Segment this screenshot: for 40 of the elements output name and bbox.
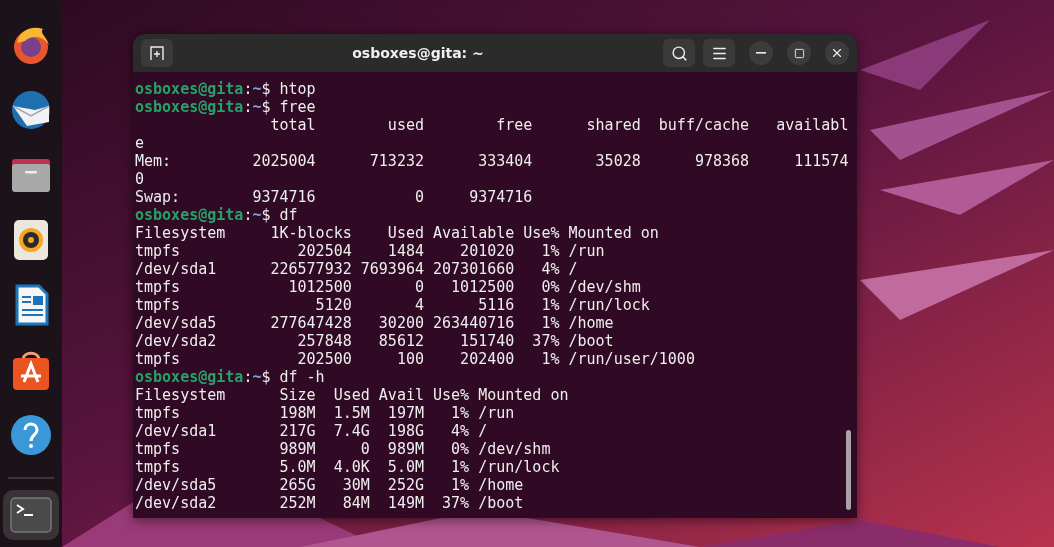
search-icon — [670, 44, 688, 62]
minimize-icon — [756, 52, 766, 54]
terminal-line: tmpfs 989M 0 989M 0% /dev/shm — [135, 440, 551, 458]
terminal-line: /dev/sda1 226577932 7693964 207301660 4% / — [135, 260, 578, 278]
terminal-icon — [9, 496, 53, 534]
terminal-line: e — [135, 134, 145, 152]
terminal-line: Filesystem 1K-blocks Used Available Use% Mounted on — [135, 224, 659, 242]
close-button[interactable] — [825, 41, 849, 65]
terminal-line: tmpfs 1012500 0 1012500 0% /dev/shm — [135, 278, 641, 296]
menu-button[interactable] — [703, 39, 735, 67]
terminal-line: osboxes@gita:~$ free — [135, 98, 316, 116]
terminal-line: tmpfs 202500 100 202400 1% /run/user/1000 — [135, 350, 695, 368]
search-button[interactable] — [663, 39, 695, 67]
window-title: osboxes@gita: ~ — [351, 45, 485, 61]
terminal-line: osboxes@gita:~$ df — [135, 206, 298, 224]
minimize-button[interactable] — [749, 41, 773, 65]
terminal-line: 0 — [135, 170, 145, 188]
terminal-line: osboxes@gita:~$ df -h — [135, 368, 325, 386]
terminal-line: /dev/sda5 265G 30M 252G 1% /home — [135, 476, 524, 494]
terminal-line: tmpfs 198M 1.5M 197M 1% /run — [135, 404, 515, 422]
terminal-line: tmpfs 202504 1484 201020 1% /run — [135, 242, 605, 260]
terminal-line: tmpfs 5120 4 5116 1% /run/lock — [135, 296, 650, 314]
maximize-button[interactable] — [787, 41, 811, 65]
terminal-line: Filesystem Size Used Avail Use% Mounted on — [135, 386, 569, 404]
terminal-line: Swap: 9374716 0 9374716 — [135, 188, 533, 206]
terminal-line: /dev/sda2 252M 84M 149M 37% /boot — [135, 494, 524, 512]
terminal-line: tmpfs 5.0M 4.0K 5.0M 1% /run/lock — [135, 458, 560, 476]
terminal-line: total used free shared buff/cache availabl — [269, 116, 849, 134]
terminal-line: osboxes@gita:~$ htop — [135, 80, 316, 98]
terminal-line: Mem: 2025004 713232 333404 35028 978368 111574 — [135, 152, 849, 170]
terminal-line: /dev/sda2 257848 85612 151740 37% /boot — [135, 332, 614, 350]
terminal-line: /dev/sda5 277647428 30200 263440716 1% /home — [135, 314, 614, 332]
scrollbar[interactable] — [846, 430, 851, 510]
new-tab-button[interactable] — [141, 39, 173, 67]
new-tab-icon — [149, 45, 165, 61]
help-icon — [9, 413, 53, 457]
close-icon — [830, 46, 844, 60]
mail-globe-icon — [9, 88, 53, 132]
maximize-icon — [793, 47, 805, 59]
terminal-line: /dev/sda1 217G 7.4G 198G 4% / — [135, 422, 488, 440]
